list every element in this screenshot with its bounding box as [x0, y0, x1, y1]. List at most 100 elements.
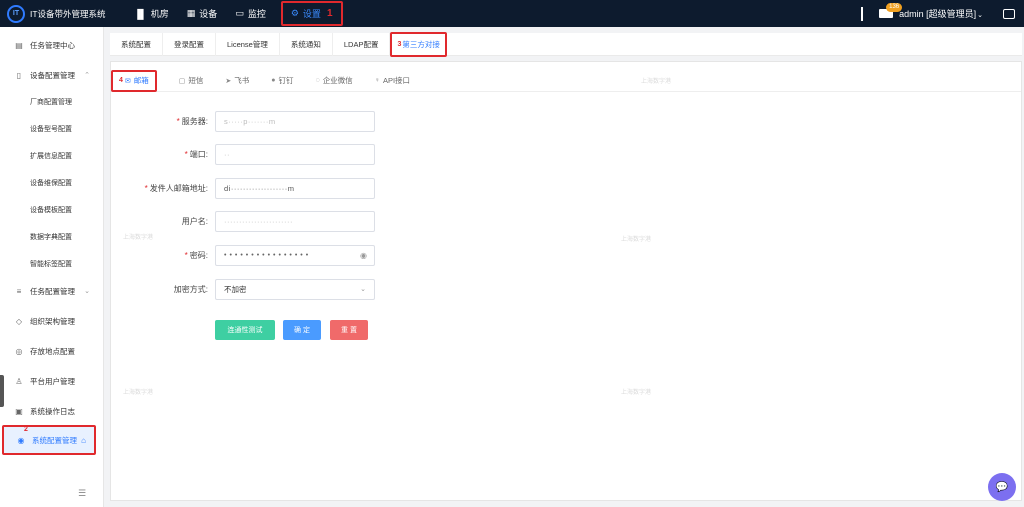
sidebar-item-task-config[interactable]: ≡ 任务配置管理 ⌄: [0, 280, 104, 302]
label-text: 端口:: [189, 149, 208, 159]
sidebar-item-location[interactable]: ◎ 存放地点配置: [0, 340, 104, 362]
app-logo[interactable]: IT IT设备带外管理系统: [7, 4, 125, 23]
sidebar-item-org[interactable]: ◇ 组织架构管理: [0, 310, 104, 332]
tab-system-notify[interactable]: 系统通知: [280, 32, 333, 56]
sidebar: ▤ 任务管理中心 ▯ 设备配置管理 ⌃ 厂商配置管理 设备型号配置 扩展信息配置…: [0, 27, 104, 507]
sidebar-drag-handle[interactable]: [0, 375, 4, 407]
required-mark: *: [144, 183, 148, 193]
user-menu[interactable]: admin [超级管理员]⌄: [899, 7, 983, 20]
chat-icon: 💬: [995, 481, 1009, 493]
sidebar-item-smart-tag[interactable]: 智能标签配置: [0, 253, 104, 275]
collapse-menu-icon[interactable]: ☰: [78, 488, 86, 499]
port-input[interactable]: ··: [215, 143, 375, 165]
server-label: * 服务器:: [111, 116, 208, 127]
sidebar-item-extension[interactable]: 扩展信息配置: [0, 145, 104, 167]
send-icon: ➤: [225, 77, 232, 85]
sidebar-item-users[interactable]: ♙ 平台用户管理: [0, 370, 104, 392]
subtab-label: 飞书: [234, 76, 250, 85]
subtab-api[interactable]: ♀ API接口: [375, 75, 410, 86]
sidebar-item-label: 设备配置管理: [30, 70, 75, 80]
watermark: 上海数字港: [123, 390, 154, 396]
sidebar-item-device-config[interactable]: ▯ 设备配置管理 ⌃: [0, 64, 104, 86]
subtab-wecom[interactable]: ◌ 企业微信: [316, 75, 353, 86]
tab-third-party[interactable]: 3 第三方对接: [390, 31, 447, 57]
sidebar-item-logs[interactable]: ▣ 系统操作日志: [0, 400, 104, 422]
sidebar-item-dictionary[interactable]: 数据字典配置: [0, 226, 104, 248]
label-text: 服务器:: [181, 116, 208, 126]
nav-label: 设备: [199, 9, 218, 19]
step-marker: 3: [397, 40, 402, 48]
dingtalk-icon: ●: [271, 77, 276, 84]
sidebar-item-system-config[interactable]: 2 ◉ 系统配置管理 ⌂: [2, 425, 96, 455]
sliders-icon: ≡: [16, 286, 22, 296]
nav-label: 监控: [247, 9, 266, 19]
nav-monitor[interactable]: ▭ 监控: [226, 0, 275, 27]
tab-license[interactable]: License管理: [216, 32, 280, 56]
step-marker: 4: [119, 77, 123, 84]
top-navbar: IT IT设备带外管理系统 ▐▌ 机房 ▦ 设备 ▭ 监控 ⚙ 设置 1 136…: [0, 0, 1024, 27]
server-input[interactable]: s·····p·······m: [215, 110, 375, 132]
sidebar-item-label: 系统配置管理: [32, 435, 77, 445]
form-row-port: * 端口: ··: [111, 143, 511, 165]
eye-icon[interactable]: ◉: [360, 251, 367, 260]
sender-email-input[interactable]: di···················m: [215, 177, 375, 199]
chat-icon: ◌: [315, 77, 320, 84]
sidebar-item-task-center[interactable]: ▤ 任务管理中心: [0, 34, 104, 56]
field-value: ·······················: [224, 216, 293, 226]
watermark: 上海数字港: [621, 237, 652, 243]
sidebar-item-label: 扩展信息配置: [30, 153, 72, 160]
sidebar-item-label: 任务配置管理: [30, 286, 75, 296]
step-marker: 1: [326, 8, 333, 19]
nav-devices[interactable]: ▦ 设备: [178, 0, 227, 27]
tab-ldap[interactable]: LDAP配置: [333, 32, 391, 56]
sidebar-item-label: 任务管理中心: [30, 40, 75, 50]
sidebar-item-label: 数据字典配置: [30, 234, 72, 241]
sidebar-item-label: 厂商配置管理: [30, 99, 72, 106]
reset-button[interactable]: 重 置: [330, 320, 368, 340]
sidebar-item-maintenance[interactable]: 设备维保配置: [0, 172, 104, 194]
form-row-password: * 密码: •••••••••••••••• ◉: [111, 244, 511, 266]
home-icon: ⌂: [81, 435, 86, 445]
sidebar-item-model[interactable]: 设备型号配置: [0, 118, 104, 140]
encrypt-select[interactable]: 不加密 ⌄: [215, 278, 375, 300]
required-mark: *: [176, 116, 180, 126]
subtab-dingtalk[interactable]: ● 钉钉: [271, 75, 293, 86]
password-input[interactable]: •••••••••••••••• ◉: [215, 244, 375, 266]
nav-settings[interactable]: ⚙ 设置 1: [280, 1, 343, 26]
logo-icon: IT: [7, 4, 25, 23]
field-value: s·····p·······m: [224, 116, 276, 126]
screen-icon[interactable]: [1003, 8, 1015, 19]
mail-icon: ✉: [124, 77, 131, 85]
sidebar-item-vendor[interactable]: 厂商配置管理: [0, 91, 104, 113]
user-icon: ♙: [15, 376, 23, 386]
gear-icon: ⚙: [290, 8, 299, 18]
grid-icon: ▦: [186, 8, 196, 18]
username-input[interactable]: ·······················: [215, 210, 375, 232]
app-title: IT设备带外管理系统: [30, 8, 106, 19]
tab-label: LDAP配置: [343, 39, 379, 49]
notifications-button[interactable]: 136: [879, 3, 903, 18]
sidebar-item-label: 智能标签配置: [30, 261, 72, 268]
location-icon: ◎: [15, 346, 23, 356]
nav-label: 设置: [302, 9, 321, 19]
subtab-sms[interactable]: ▢ 短信: [179, 75, 204, 86]
required-mark: *: [184, 149, 188, 159]
tab-login-config[interactable]: 登录配置: [163, 32, 216, 56]
watermark: 上海数字港: [621, 390, 652, 396]
test-connection-button[interactable]: 连通性测试: [215, 320, 275, 340]
monitor-icon: ▭: [235, 8, 244, 18]
subtab-label: 钉钉: [278, 76, 294, 85]
sidebar-item-template[interactable]: 设备模板配置: [0, 199, 104, 221]
chat-assistant-button[interactable]: 💬: [988, 473, 1016, 501]
sidebar-item-label: 设备型号配置: [30, 126, 72, 133]
subtab-label: API接口: [382, 76, 411, 85]
list-icon: ▤: [15, 40, 23, 50]
subtab-email[interactable]: 4 ✉ 邮箱: [111, 69, 157, 92]
subtab-feishu[interactable]: ➤ 飞书: [225, 75, 249, 86]
nav-machine-room[interactable]: ▐▌ 机房: [125, 0, 178, 27]
form-row-sender: * 发件人邮箱地址: di···················m: [111, 177, 511, 199]
tab-system-config[interactable]: 系统配置: [110, 32, 163, 56]
confirm-button[interactable]: 确 定: [283, 320, 321, 340]
field-value: di···················m: [224, 183, 295, 193]
step-marker: 2: [24, 426, 28, 433]
